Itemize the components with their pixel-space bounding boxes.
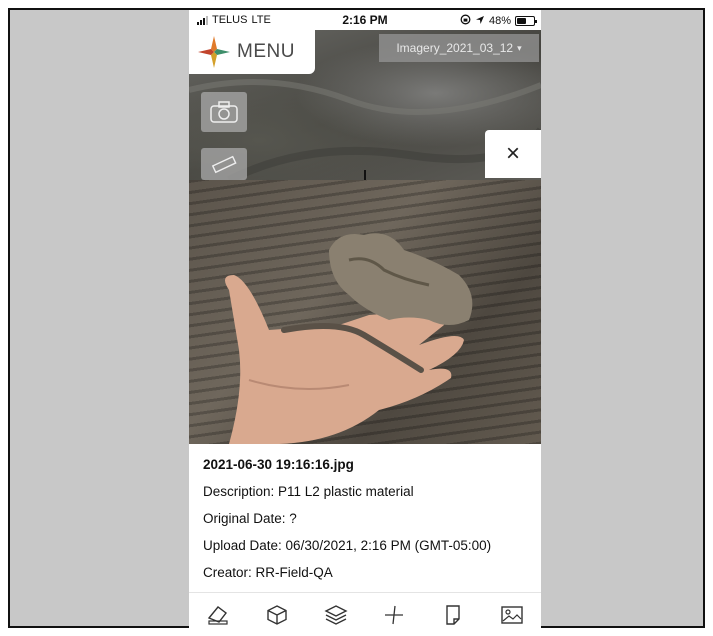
close-button[interactable]: ×	[485, 130, 541, 178]
photo-upload-date: Upload Date: 06/30/2021, 2:16 PM (GMT-05…	[203, 538, 492, 553]
tool-images[interactable]	[492, 597, 532, 633]
battery-icon	[515, 16, 537, 26]
orientation-lock-icon	[460, 14, 471, 28]
menu-label: MENU	[237, 41, 295, 62]
imagery-dropdown[interactable]: Imagery_2021_03_12 ▾	[379, 34, 539, 62]
tool-eraser[interactable]	[198, 597, 238, 633]
battery-percent: 48%	[488, 15, 511, 27]
cube-icon	[267, 604, 287, 625]
tool-add-point[interactable]	[374, 597, 414, 633]
field-photo	[189, 180, 541, 444]
photo-content	[225, 233, 473, 444]
location-icon	[475, 15, 485, 28]
bottom-toolbar	[189, 592, 541, 636]
eraser-icon	[208, 605, 228, 625]
photo-info-panel: 2021-06-30 19:16:16.jpg Description: P11…	[189, 444, 541, 592]
camera-button[interactable]	[201, 92, 247, 132]
status-bar: TELUS LTE 2:16 PM 48%	[189, 10, 541, 30]
photo-creator: Creator: RR-Field-QA	[203, 565, 333, 580]
camera-icon	[210, 101, 238, 123]
ruler-icon	[211, 155, 237, 174]
photo-original-date: Original Date: ?	[203, 511, 297, 526]
tool-layers[interactable]	[316, 597, 356, 633]
tool-3d-object[interactable]	[257, 597, 297, 633]
photo-filename: 2021-06-30 19:16:16.jpg	[203, 457, 354, 472]
status-right: 48%	[460, 14, 537, 28]
photo-description: Description: P11 L2 plastic material	[203, 484, 414, 499]
crosshair-icon	[385, 605, 404, 624]
tool-notes[interactable]	[433, 597, 473, 633]
measure-button[interactable]	[201, 148, 247, 180]
image-icon	[500, 605, 523, 624]
layers-icon	[324, 604, 348, 625]
imagery-selected-value: Imagery_2021_03_12	[396, 41, 514, 55]
phone-screen: TELUS LTE 2:16 PM 48% MENU Imagery_2021_…	[189, 10, 541, 636]
compass-star-icon	[198, 36, 230, 68]
chevron-down-icon: ▾	[517, 42, 522, 53]
note-icon	[446, 604, 460, 625]
menu-button[interactable]: MENU	[189, 30, 315, 74]
